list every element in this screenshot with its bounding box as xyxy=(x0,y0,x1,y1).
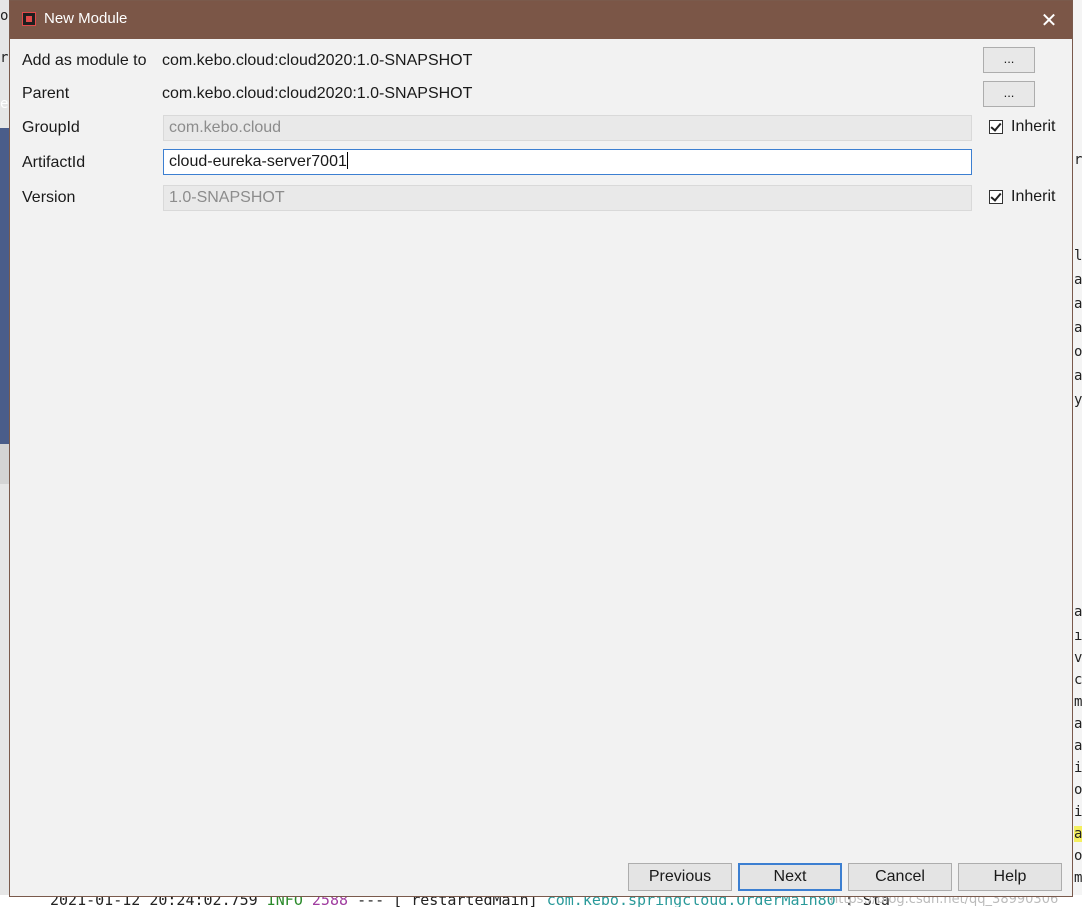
ide-fragment: r xyxy=(0,50,9,66)
artifactid-value: cloud-eureka-server7001 xyxy=(169,153,347,170)
ide-fragment: oı xyxy=(1074,848,1082,864)
previous-button[interactable]: Previous xyxy=(628,863,732,891)
add-as-module-browse-button[interactable]: ... xyxy=(983,47,1035,73)
ide-fragment: c xyxy=(1074,672,1082,688)
ide-fragment: a xyxy=(1074,272,1082,288)
ide-fragment: al xyxy=(1074,826,1082,842)
groupid-label: GroupId xyxy=(22,119,80,136)
version-inherit-label: Inherit xyxy=(1011,188,1056,205)
ide-fragment: ar xyxy=(1074,738,1082,754)
add-as-module-label: Add as module to xyxy=(22,52,147,69)
version-label: Version xyxy=(22,189,76,206)
ide-fragment: if xyxy=(1074,804,1082,820)
ide-fragment: ı xyxy=(1074,628,1082,644)
artifactid-field[interactable]: cloud-eureka-server7001 xyxy=(163,149,972,175)
close-button[interactable]: ✕ xyxy=(1036,7,1062,33)
groupid-inherit-toggle[interactable]: Inherit xyxy=(989,118,1055,136)
ide-right-edge: ro lo a a a o a yı ar ı vi c ml ar ar if… xyxy=(1073,0,1082,907)
ide-fragment: if xyxy=(1074,760,1082,776)
parent-browse-button[interactable]: ... xyxy=(983,81,1035,107)
ide-fragment: lo xyxy=(1074,248,1082,264)
title-bar[interactable]: New Module ✕ xyxy=(10,1,1072,39)
ide-fragment: m xyxy=(1074,870,1082,886)
ide-fragment: a xyxy=(1074,368,1082,384)
next-button[interactable]: Next xyxy=(738,863,842,891)
parent-value: com.kebo.cloud:cloud2020:1.0-SNAPSHOT xyxy=(162,85,473,102)
artifactid-label: ArtifactId xyxy=(22,154,86,171)
ide-fragment: ar xyxy=(1074,716,1082,732)
ide-panel-divider xyxy=(0,444,9,484)
ide-fragment: o xyxy=(1074,344,1082,360)
text-caret xyxy=(346,152,348,169)
version-inherit-checkbox[interactable] xyxy=(989,190,1003,204)
ide-fragment: ro xyxy=(1074,152,1082,168)
ide-fragment: ar xyxy=(1074,604,1082,620)
groupid-inherit-checkbox[interactable] xyxy=(989,120,1003,134)
add-as-module-value: com.kebo.cloud:cloud2020:1.0-SNAPSHOT xyxy=(162,52,473,69)
ide-left-edge xyxy=(0,0,9,907)
cancel-button[interactable]: Cancel xyxy=(848,863,952,891)
ide-fragment: e xyxy=(0,96,9,112)
ide-project-panel-edge xyxy=(0,128,9,444)
version-field[interactable]: 1.0-SNAPSHOT xyxy=(163,185,972,211)
version-inherit-toggle[interactable]: Inherit xyxy=(989,188,1055,206)
ide-fragment: vi xyxy=(1074,650,1082,666)
dialog-title: New Module xyxy=(44,10,128,27)
new-module-dialog: New Module ✕ Add as module to com.kebo.c… xyxy=(9,0,1073,897)
ide-fragment: yı xyxy=(1074,392,1082,408)
intellij-app-icon xyxy=(22,12,36,26)
ide-fragment: o xyxy=(0,8,9,24)
help-button[interactable]: Help xyxy=(958,863,1062,891)
groupid-inherit-label: Inherit xyxy=(1011,118,1056,135)
parent-label: Parent xyxy=(22,85,70,102)
ide-fragment: ml xyxy=(1074,694,1082,710)
close-icon: ✕ xyxy=(1040,8,1058,32)
ide-fragment: a xyxy=(1074,296,1082,312)
ide-fragment: o1 xyxy=(1074,782,1082,798)
groupid-field[interactable]: com.kebo.cloud xyxy=(163,115,972,141)
ide-fragment: a xyxy=(1074,320,1082,336)
